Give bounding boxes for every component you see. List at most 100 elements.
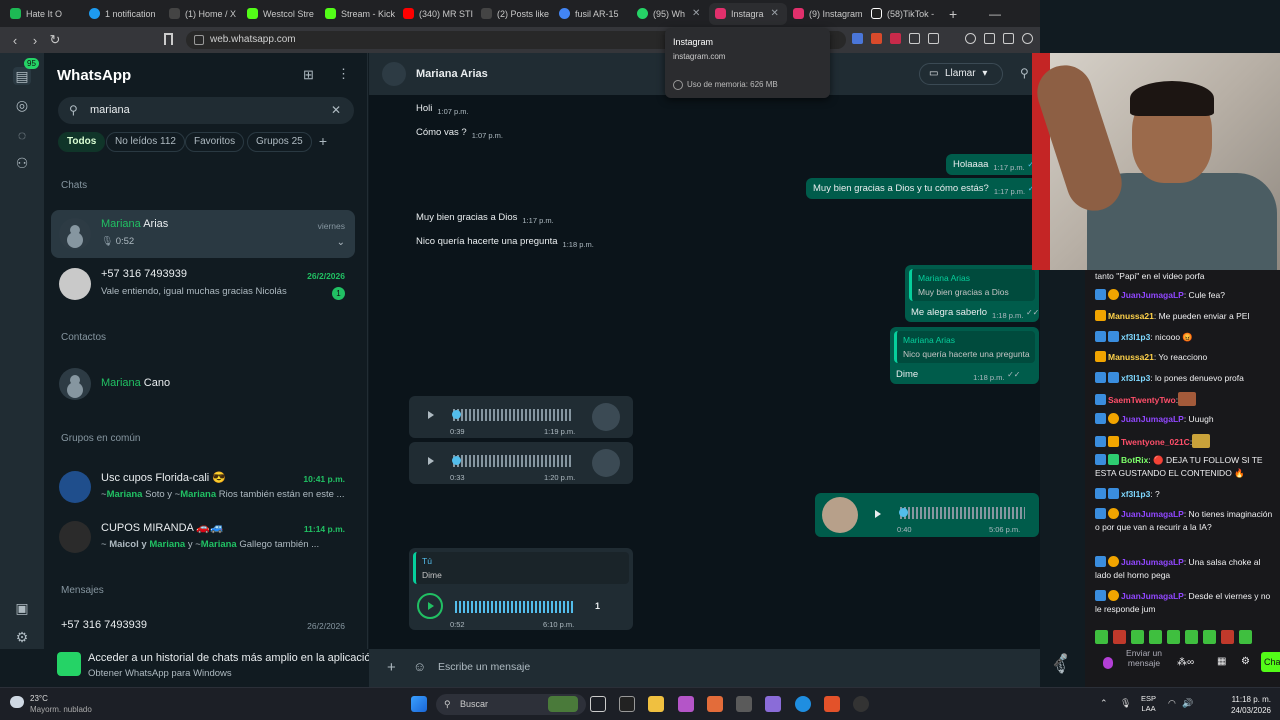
clear-search-icon[interactable]: ✕: [331, 103, 341, 117]
chat-username[interactable]: JuanJumagaLP: [1121, 509, 1184, 519]
chat-row-mariana-arias[interactable]: Mariana Arias 🎙 0:52 viernes ⌄: [51, 210, 355, 258]
group-row[interactable]: CUPOS MIRANDA 🚗🚙 11:14 p.m. ~ Maicol y M…: [51, 513, 355, 561]
close-icon[interactable]: ✕: [771, 8, 779, 19]
search-input[interactable]: mariana: [58, 97, 354, 124]
play-icon[interactable]: [428, 457, 434, 465]
chat-username[interactable]: JuanJumagaLP: [1121, 414, 1184, 424]
chat-username[interactable]: BotRix: [1121, 455, 1148, 465]
app-icon[interactable]: [619, 696, 635, 712]
playback-handle[interactable]: [899, 508, 908, 517]
browser-tab[interactable]: (1) Home / X: [163, 3, 241, 25]
menu-icon[interactable]: ⋮: [337, 66, 350, 82]
chats-icon[interactable]: ▤: [13, 67, 31, 85]
filter-all[interactable]: Todos: [58, 132, 106, 152]
message-outgoing[interactable]: Muy bien gracias a Dios y tu cómo estás?…: [806, 178, 1049, 199]
settings-icon[interactable]: ⚙: [1241, 656, 1250, 667]
edge-icon[interactable]: [795, 696, 811, 712]
voice-message-incoming-reply[interactable]: Tú Dime 0:52 6:10 p.m. 1: [409, 548, 633, 630]
play-icon[interactable]: [875, 510, 881, 518]
chat-username[interactable]: xf3l1p3: [1121, 373, 1150, 383]
add-filter-button[interactable]: +: [312, 132, 334, 152]
settings-icon[interactable]: ⚙: [13, 628, 31, 646]
voice-message-incoming[interactable]: 0:39 1:19 p.m.: [409, 396, 633, 438]
emote-image[interactable]: [1239, 630, 1252, 644]
browser-tab[interactable]: Stream - Kick: [319, 3, 397, 25]
mic-icon[interactable]: [1103, 657, 1113, 669]
wallet-icon[interactable]: [1003, 33, 1014, 44]
weather-widget[interactable]: 23°C Mayorm. nublado: [10, 694, 92, 714]
contact-avatar[interactable]: [382, 62, 406, 86]
emote-image[interactable]: [1167, 630, 1180, 644]
app-icon[interactable]: [678, 696, 694, 712]
forward-icon[interactable]: ›: [25, 33, 45, 48]
task-view-icon[interactable]: [590, 696, 606, 712]
filter-groups[interactable]: Grupos 25: [247, 132, 312, 152]
volume-icon[interactable]: 🔊: [1182, 698, 1193, 709]
browser-tab[interactable]: (58)TikTok -: [865, 3, 943, 25]
reload-icon[interactable]: ↻: [45, 32, 65, 48]
message-incoming[interactable]: Cómo vas ? 1:07 p.m.: [409, 124, 510, 141]
extension-icon[interactable]: [871, 33, 882, 44]
tray-chevron-icon[interactable]: ⌃: [1100, 698, 1108, 709]
app-icon[interactable]: [736, 696, 752, 712]
conversation-name[interactable]: Mariana Arias: [416, 68, 488, 80]
app-icon[interactable]: [765, 696, 781, 712]
chat-username[interactable]: JuanJumagaLP: [1121, 557, 1184, 567]
quoted-message[interactable]: Mariana Arias Muy bien gracias a Dios: [909, 269, 1035, 301]
browser-tab-instagram[interactable]: Instagra ✕: [709, 2, 787, 25]
chat-username[interactable]: JuanJumagaLP: [1121, 591, 1184, 601]
waveform[interactable]: [900, 507, 1025, 519]
new-tab-button[interactable]: +: [943, 3, 963, 25]
filter-unread[interactable]: No leídos 112: [106, 132, 185, 152]
voice-message-outgoing[interactable]: 0:40 5:06 p.m.: [815, 493, 1039, 537]
message-outgoing-reply[interactable]: Mariana Arias Nico quería hacerte una pre…: [890, 327, 1039, 384]
emote-image[interactable]: [1203, 630, 1216, 644]
close-icon[interactable]: ✕: [692, 8, 700, 19]
translate-icon[interactable]: [852, 33, 863, 44]
bookmark-icon[interactable]: [164, 33, 173, 45]
search-icon[interactable]: ⚲: [1020, 66, 1029, 80]
emote-image[interactable]: [1131, 630, 1144, 644]
emote-image[interactable]: [1221, 630, 1234, 644]
playback-speed-button[interactable]: 1: [595, 601, 600, 611]
channel-points-icon[interactable]: ⁂∞: [1177, 657, 1194, 668]
browser-tab[interactable]: fusil AR-15: [553, 3, 631, 25]
filter-favorites[interactable]: Favoritos: [185, 132, 245, 152]
browser-tab[interactable]: (2) Posts like: [475, 3, 553, 25]
chat-username[interactable]: Manussa21: [1108, 311, 1154, 321]
chat-username[interactable]: JuanJumagaLP: [1121, 290, 1184, 300]
playback-handle[interactable]: [452, 410, 461, 419]
download-app-banner[interactable]: Acceder a un historial de chats más ampl…: [0, 649, 377, 687]
screenshot-icon[interactable]: [928, 33, 939, 44]
message-row[interactable]: +57 316 7493939 26/2/2026: [51, 616, 355, 646]
chat-username[interactable]: SaemTwentyTwo: [1108, 395, 1176, 405]
emote-image[interactable]: [1149, 630, 1162, 644]
waveform[interactable]: [455, 601, 573, 613]
chat-username[interactable]: xf3l1p3: [1121, 489, 1150, 499]
channels-icon[interactable]: ◌: [13, 126, 31, 144]
extension-icon[interactable]: [890, 33, 901, 44]
playback-handle[interactable]: [452, 456, 461, 465]
message-incoming[interactable]: Holi 1:07 p.m.: [409, 100, 476, 117]
waveform[interactable]: [453, 455, 573, 467]
chevron-down-icon[interactable]: ⌄: [337, 237, 345, 248]
file-explorer-icon[interactable]: [648, 696, 664, 712]
contact-row-mariana-cano[interactable]: Mariana Cano: [51, 360, 355, 408]
browser-tab[interactable]: Westcol Stre: [241, 3, 319, 25]
chat-row-phone[interactable]: +57 316 7493939 Vale entiendo, igual muc…: [51, 260, 355, 308]
widget-icon[interactable]: [548, 696, 578, 712]
voice-record-icon[interactable]: 🎤: [1053, 653, 1068, 667]
wifi-icon[interactable]: ◠: [1168, 698, 1176, 709]
chat-input[interactable]: Enviar un mensaje: [1123, 648, 1165, 668]
message-input[interactable]: Escribe un mensaje: [438, 661, 530, 673]
brave-icon[interactable]: [824, 696, 840, 712]
voice-message-incoming[interactable]: 0:33 1:20 p.m.: [409, 442, 633, 484]
quoted-message[interactable]: Mariana Arias Nico quería hacerte una pre…: [894, 331, 1035, 363]
minimize-button[interactable]: —: [983, 3, 1023, 25]
input-language[interactable]: ESP LAA: [1141, 694, 1156, 714]
store-icon[interactable]: ▦: [1217, 656, 1226, 667]
emoji-icon[interactable]: ☺: [413, 659, 426, 674]
waveform[interactable]: [453, 409, 573, 421]
browser-tab[interactable]: 1 notification: [83, 3, 163, 25]
banner-link[interactable]: Obtener WhatsApp para Windows: [88, 668, 232, 679]
